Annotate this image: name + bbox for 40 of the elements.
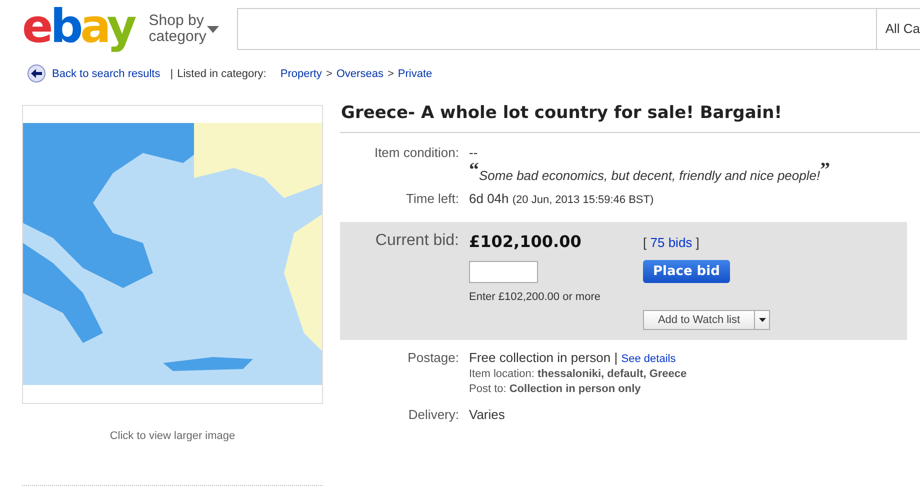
item-location: Item location: thessaloniki, default, Greece (469, 368, 688, 380)
bid-count-link[interactable]: 75 bids (650, 235, 692, 250)
separator: | (170, 68, 174, 80)
shop-by-category-button[interactable]: Shop by category (148, 13, 231, 45)
field-label: Item condition: (373, 145, 459, 162)
postage-value: Free collection in person (469, 350, 611, 365)
ebay-logo[interactable]: ebay (22, 0, 138, 54)
field-label: Postage: (406, 350, 459, 367)
caret-icon (206, 26, 219, 32)
caret-icon (758, 318, 766, 322)
category-link[interactable]: Property (280, 68, 322, 80)
field-label: Time left: (405, 191, 459, 206)
place-bid-button[interactable]: Place bid (643, 260, 730, 283)
breadcrumb-arrow: > (387, 68, 394, 80)
post-to: Post to: Collection in person only (469, 383, 642, 395)
back-to-search-link[interactable]: Back to search results (27, 64, 160, 83)
bid-hint: Enter £102,200.00 or more (469, 291, 602, 303)
bracket: [ (643, 235, 647, 250)
condition-value: -- (469, 145, 479, 160)
field-label: Current bid: (374, 232, 459, 251)
separator: | (614, 350, 618, 365)
watch-list-button[interactable]: Add to Watch list (643, 310, 770, 330)
category-link[interactable]: Overseas (336, 68, 384, 80)
search-field[interactable]: All Ca (236, 8, 920, 50)
quote-mark: “ (469, 163, 479, 177)
delivery-value: Varies (469, 407, 505, 422)
item-title: Greece- A whole lot country for sale! Bargain! (340, 103, 920, 133)
condition-quote: Some bad economics, but decent, friendly and nice people! (479, 167, 820, 183)
see-details-link[interactable]: See details (621, 353, 676, 365)
listed-in-label: Listed in category: (177, 68, 266, 80)
image-caption[interactable]: Click to view larger image (22, 430, 323, 442)
bid-amount-field[interactable] (469, 261, 538, 283)
current-bid-price: £102,100.00 (469, 232, 582, 251)
time-left: 6d 04h (20 Jun, 2013 15:59:46 BST) (469, 191, 654, 206)
breadcrumb-arrow: > (326, 68, 332, 80)
category-link[interactable]: Private (398, 68, 432, 80)
bracket: ] (696, 235, 700, 250)
category-dropdown[interactable]: All Ca (876, 9, 920, 49)
quote-mark: ” (820, 163, 830, 177)
field-label: Delivery: (407, 407, 459, 422)
